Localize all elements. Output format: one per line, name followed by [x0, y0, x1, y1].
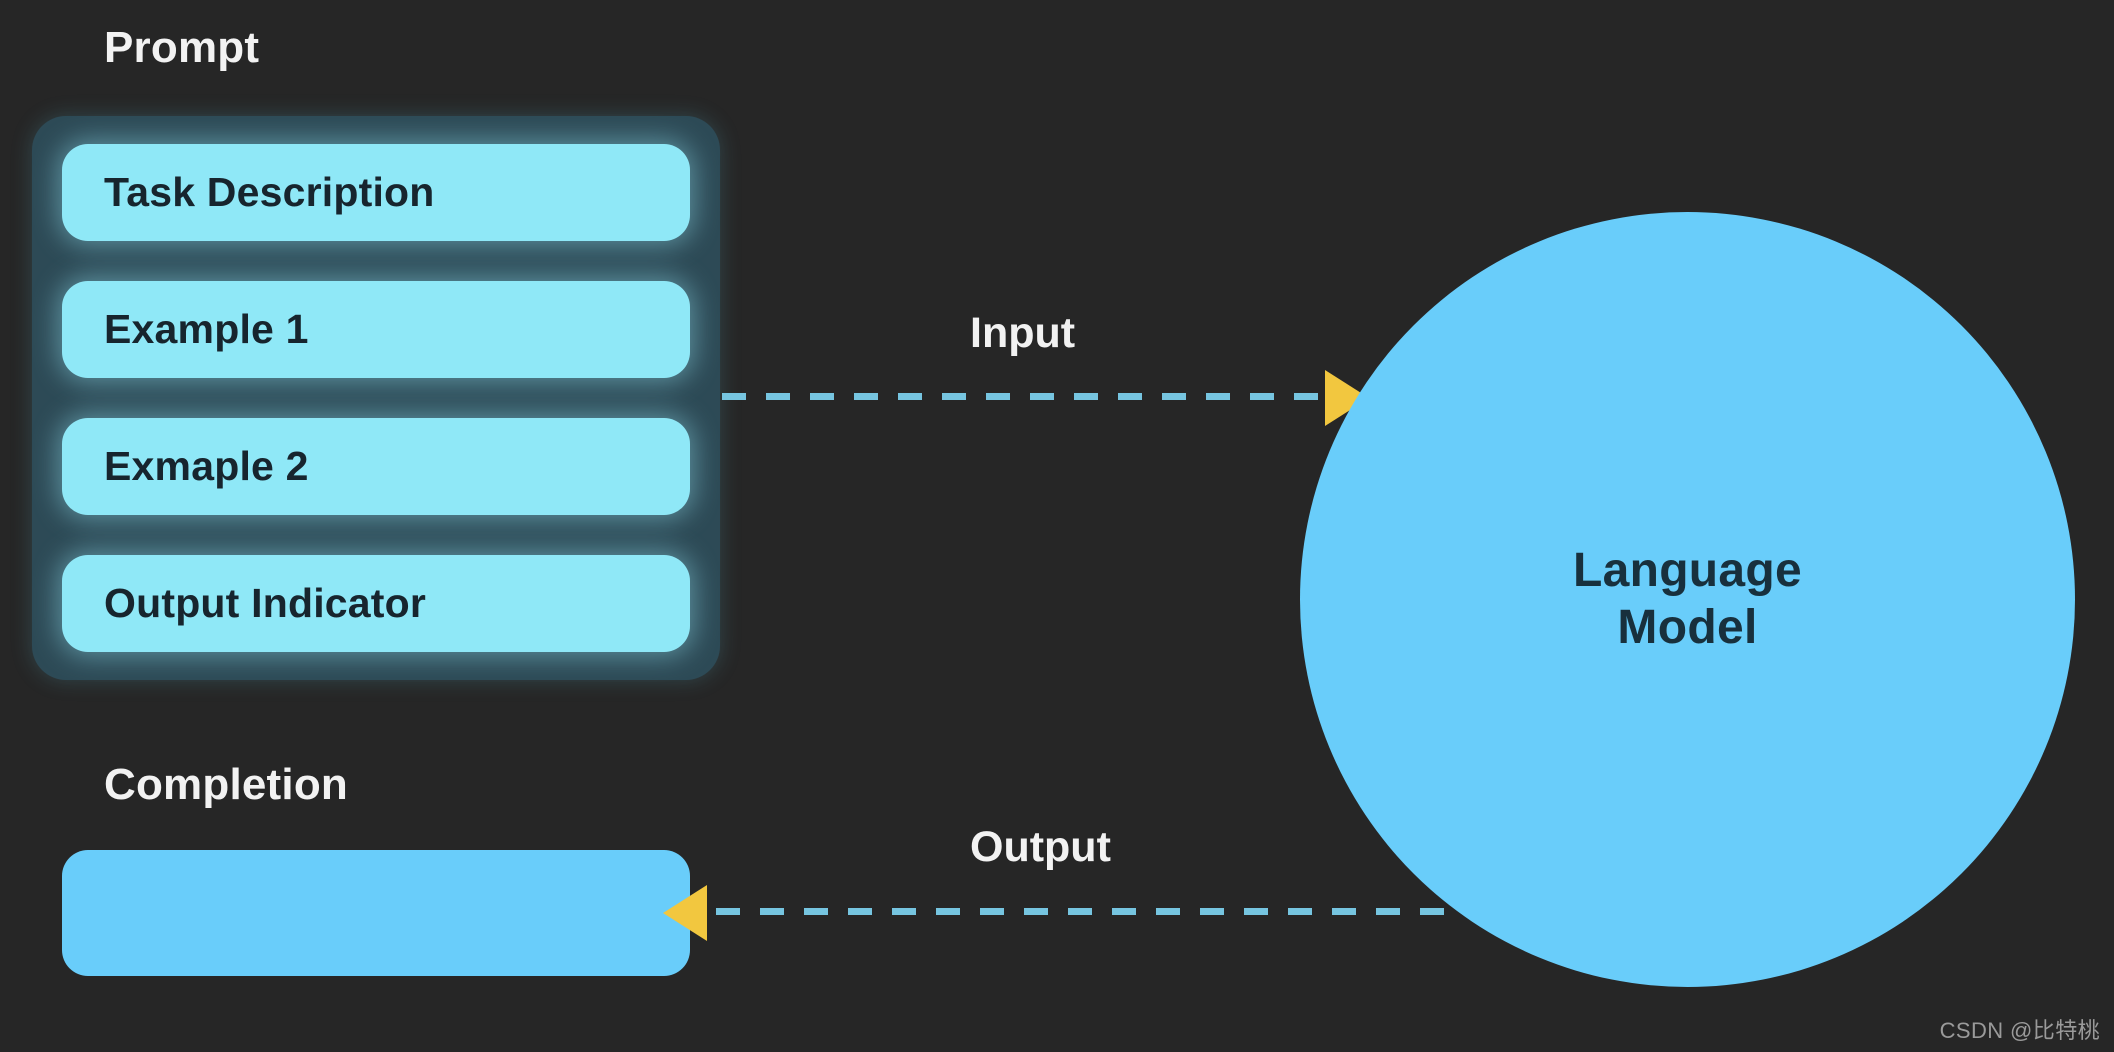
- watermark: CSDN @比特桃: [1939, 1018, 2100, 1043]
- prompt-box-label: Exmaple 2: [104, 443, 309, 489]
- prompt-box-label: Task Description: [104, 169, 435, 215]
- input-connector-line: [722, 393, 1342, 400]
- prompt-box-label: Output Indicator: [104, 580, 427, 626]
- input-connector-label: Input: [970, 309, 1076, 357]
- language-model-label-line2: Model: [1617, 600, 1758, 654]
- prompt-box-label: Example 1: [104, 306, 309, 352]
- output-connector-label: Output: [970, 823, 1111, 871]
- prompt-box-list: Task Description Example 1 Exmaple 2 Out…: [62, 144, 690, 652]
- language-model-circle[interactable]: Language Model: [1300, 212, 2075, 987]
- diagram-canvas: Prompt Task Description Example 1 Exmapl…: [0, 0, 2114, 1052]
- prompt-box-output-indicator[interactable]: Output Indicator: [62, 555, 690, 652]
- output-arrow-icon: [663, 885, 707, 941]
- completion-heading: Completion: [104, 760, 348, 809]
- prompt-box-example-2[interactable]: Exmaple 2: [62, 418, 690, 515]
- prompt-container: Task Description Example 1 Exmaple 2 Out…: [32, 116, 720, 680]
- prompt-box-task-description[interactable]: Task Description: [62, 144, 690, 241]
- completion-box[interactable]: [62, 850, 690, 976]
- output-connector-line: [716, 908, 1476, 915]
- prompt-heading: Prompt: [104, 23, 260, 72]
- prompt-box-example-1[interactable]: Example 1: [62, 281, 690, 378]
- language-model-label-line1: Language: [1572, 544, 1803, 598]
